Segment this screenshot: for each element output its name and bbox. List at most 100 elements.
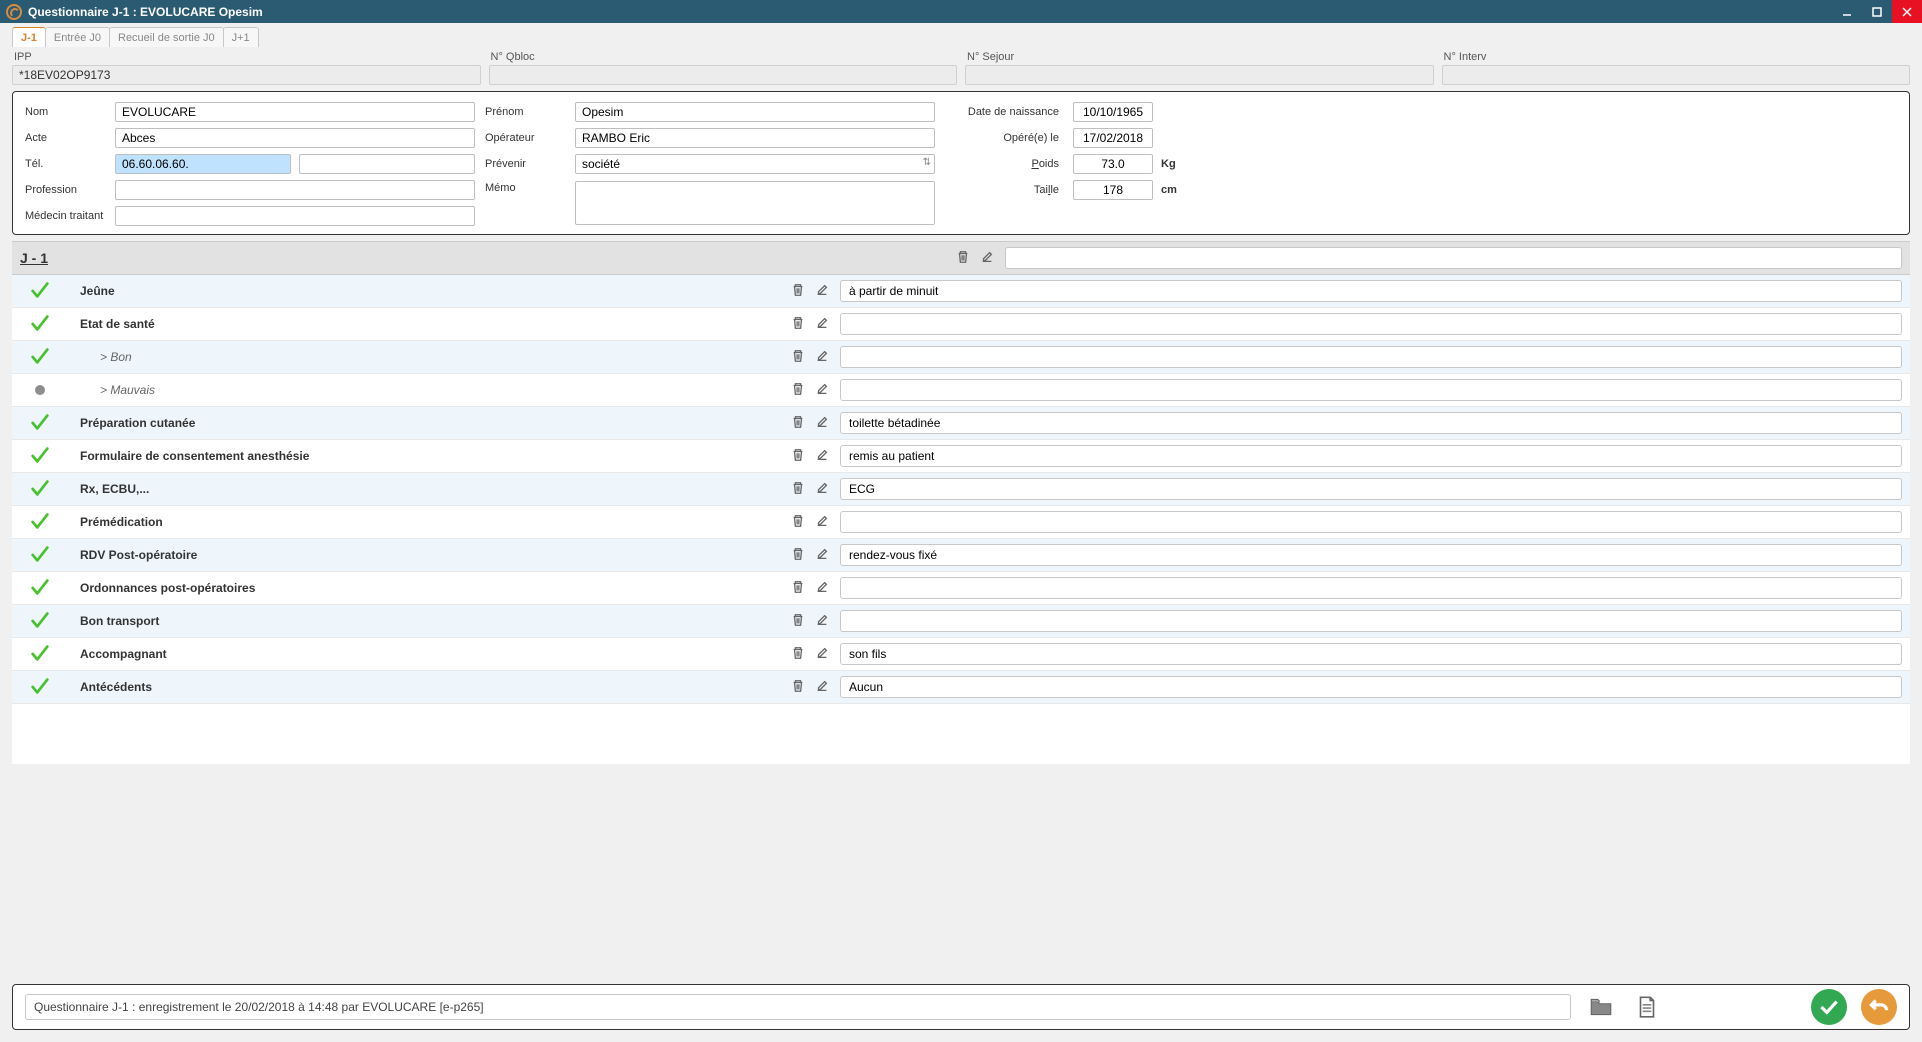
- edit-icon[interactable]: [815, 448, 829, 465]
- delete-icon[interactable]: [956, 250, 970, 267]
- questionnaire-note-input[interactable]: [840, 412, 1902, 434]
- edit-icon[interactable]: [815, 514, 829, 531]
- acte-label: Acte: [25, 132, 105, 144]
- questionnaire-note-input[interactable]: [840, 280, 1902, 302]
- questionnaire-note-input[interactable]: [840, 511, 1902, 533]
- questionnaire-row: Rx, ECBU,...: [12, 473, 1910, 506]
- taille-field[interactable]: [1073, 180, 1153, 200]
- status-dot-icon[interactable]: [20, 385, 60, 395]
- delete-icon[interactable]: [791, 316, 805, 333]
- status-check-icon[interactable]: [20, 312, 60, 337]
- tel-field[interactable]: [115, 154, 291, 174]
- delete-icon[interactable]: [791, 646, 805, 663]
- opere-le-field[interactable]: [1073, 128, 1153, 148]
- maximize-button[interactable]: [1862, 0, 1892, 23]
- delete-icon[interactable]: [791, 448, 805, 465]
- edit-icon[interactable]: [815, 613, 829, 630]
- questionnaire-note-input[interactable]: [840, 676, 1902, 698]
- questionnaire-note-input[interactable]: [840, 577, 1902, 599]
- status-check-icon[interactable]: [20, 477, 60, 502]
- questionnaire-item-label: > Bon: [60, 350, 780, 364]
- edit-icon[interactable]: [815, 382, 829, 399]
- acte-field[interactable]: [115, 128, 475, 148]
- delete-icon[interactable]: [791, 382, 805, 399]
- questionnaire-row: Préparation cutanée: [12, 407, 1910, 440]
- edit-icon[interactable]: [815, 580, 829, 597]
- questionnaire-note-input[interactable]: [840, 478, 1902, 500]
- edit-icon[interactable]: [815, 481, 829, 498]
- delete-icon[interactable]: [791, 580, 805, 597]
- status-check-icon[interactable]: [20, 675, 60, 700]
- validate-button[interactable]: [1811, 989, 1847, 1025]
- app-logo-icon: [6, 4, 22, 20]
- questionnaire-note-input[interactable]: [840, 610, 1902, 632]
- questionnaire-note-input[interactable]: [840, 544, 1902, 566]
- status-check-icon[interactable]: [20, 510, 60, 535]
- status-check-icon[interactable]: [20, 279, 60, 304]
- status-check-icon[interactable]: [20, 609, 60, 634]
- undo-button[interactable]: [1861, 989, 1897, 1025]
- delete-icon[interactable]: [791, 613, 805, 630]
- minimize-button[interactable]: [1832, 0, 1862, 23]
- questionnaire-title: J - 1: [20, 250, 48, 266]
- delete-icon[interactable]: [791, 679, 805, 696]
- questionnaire-note-input[interactable]: [840, 643, 1902, 665]
- delete-icon[interactable]: [791, 514, 805, 531]
- edit-icon[interactable]: [815, 283, 829, 300]
- edit-icon[interactable]: [815, 646, 829, 663]
- qbloc-value: [489, 65, 958, 85]
- delete-icon[interactable]: [791, 415, 805, 432]
- delete-icon[interactable]: [791, 283, 805, 300]
- edit-icon[interactable]: [815, 547, 829, 564]
- status-check-icon[interactable]: [20, 543, 60, 568]
- status-check-icon[interactable]: [20, 411, 60, 436]
- tel2-field[interactable]: [299, 154, 475, 174]
- questionnaire-item-label: Bon transport: [60, 614, 780, 628]
- delete-icon[interactable]: [791, 547, 805, 564]
- delete-icon[interactable]: [791, 481, 805, 498]
- edit-icon[interactable]: [815, 349, 829, 366]
- questionnaire-row: RDV Post-opératoire: [12, 539, 1910, 572]
- date-naissance-field[interactable]: [1073, 102, 1153, 122]
- nom-field[interactable]: [115, 102, 475, 122]
- status-check-icon[interactable]: [20, 576, 60, 601]
- tab-recueil-sortie-j0[interactable]: Recueil de sortie J0: [109, 27, 224, 47]
- window-title: Questionnaire J-1 : EVOLUCARE Opesim: [28, 5, 263, 19]
- questionnaire-note-input[interactable]: [840, 346, 1902, 368]
- questionnaire-note-input[interactable]: [840, 379, 1902, 401]
- profession-field[interactable]: [115, 180, 475, 200]
- questionnaire-row: Formulaire de consentement anesthésie: [12, 440, 1910, 473]
- status-check-icon[interactable]: [20, 642, 60, 667]
- prevenir-label: Prévenir: [485, 158, 565, 170]
- edit-icon[interactable]: [815, 316, 829, 333]
- questionnaire-item-label: Accompagnant: [60, 647, 780, 661]
- opere-le-label: Opéré(e) le: [1003, 132, 1065, 144]
- document-button[interactable]: [1631, 991, 1663, 1023]
- tab-j+1[interactable]: J+1: [223, 27, 259, 47]
- edit-icon[interactable]: [815, 679, 829, 696]
- folder-button[interactable]: [1585, 991, 1617, 1023]
- operateur-field[interactable]: [575, 128, 935, 148]
- prevenir-select[interactable]: [575, 154, 935, 174]
- close-button[interactable]: [1892, 0, 1922, 23]
- tab-j-1[interactable]: J-1: [12, 27, 46, 47]
- questionnaire-item-label: Préparation cutanée: [60, 416, 780, 430]
- questionnaire-row: Accompagnant: [12, 638, 1910, 671]
- questionnaire-row: Antécédents: [12, 671, 1910, 704]
- prenom-field[interactable]: [575, 102, 935, 122]
- save-log: Questionnaire J-1 : enregistrement le 20…: [25, 994, 1571, 1020]
- memo-field[interactable]: [575, 181, 935, 225]
- poids-field[interactable]: [1073, 154, 1153, 174]
- tab-entree-j0[interactable]: Entrée J0: [45, 27, 110, 47]
- status-check-icon[interactable]: [20, 444, 60, 469]
- edit-icon[interactable]: [980, 250, 994, 267]
- questionnaire-note-input[interactable]: [840, 445, 1902, 467]
- delete-icon[interactable]: [791, 349, 805, 366]
- header-note-input[interactable]: [1005, 247, 1902, 269]
- questionnaire-item-label: > Mauvais: [60, 383, 780, 397]
- questionnaire-item-label: Jeûne: [60, 284, 780, 298]
- status-check-icon[interactable]: [20, 345, 60, 370]
- edit-icon[interactable]: [815, 415, 829, 432]
- questionnaire-note-input[interactable]: [840, 313, 1902, 335]
- medecin-field[interactable]: [115, 206, 475, 226]
